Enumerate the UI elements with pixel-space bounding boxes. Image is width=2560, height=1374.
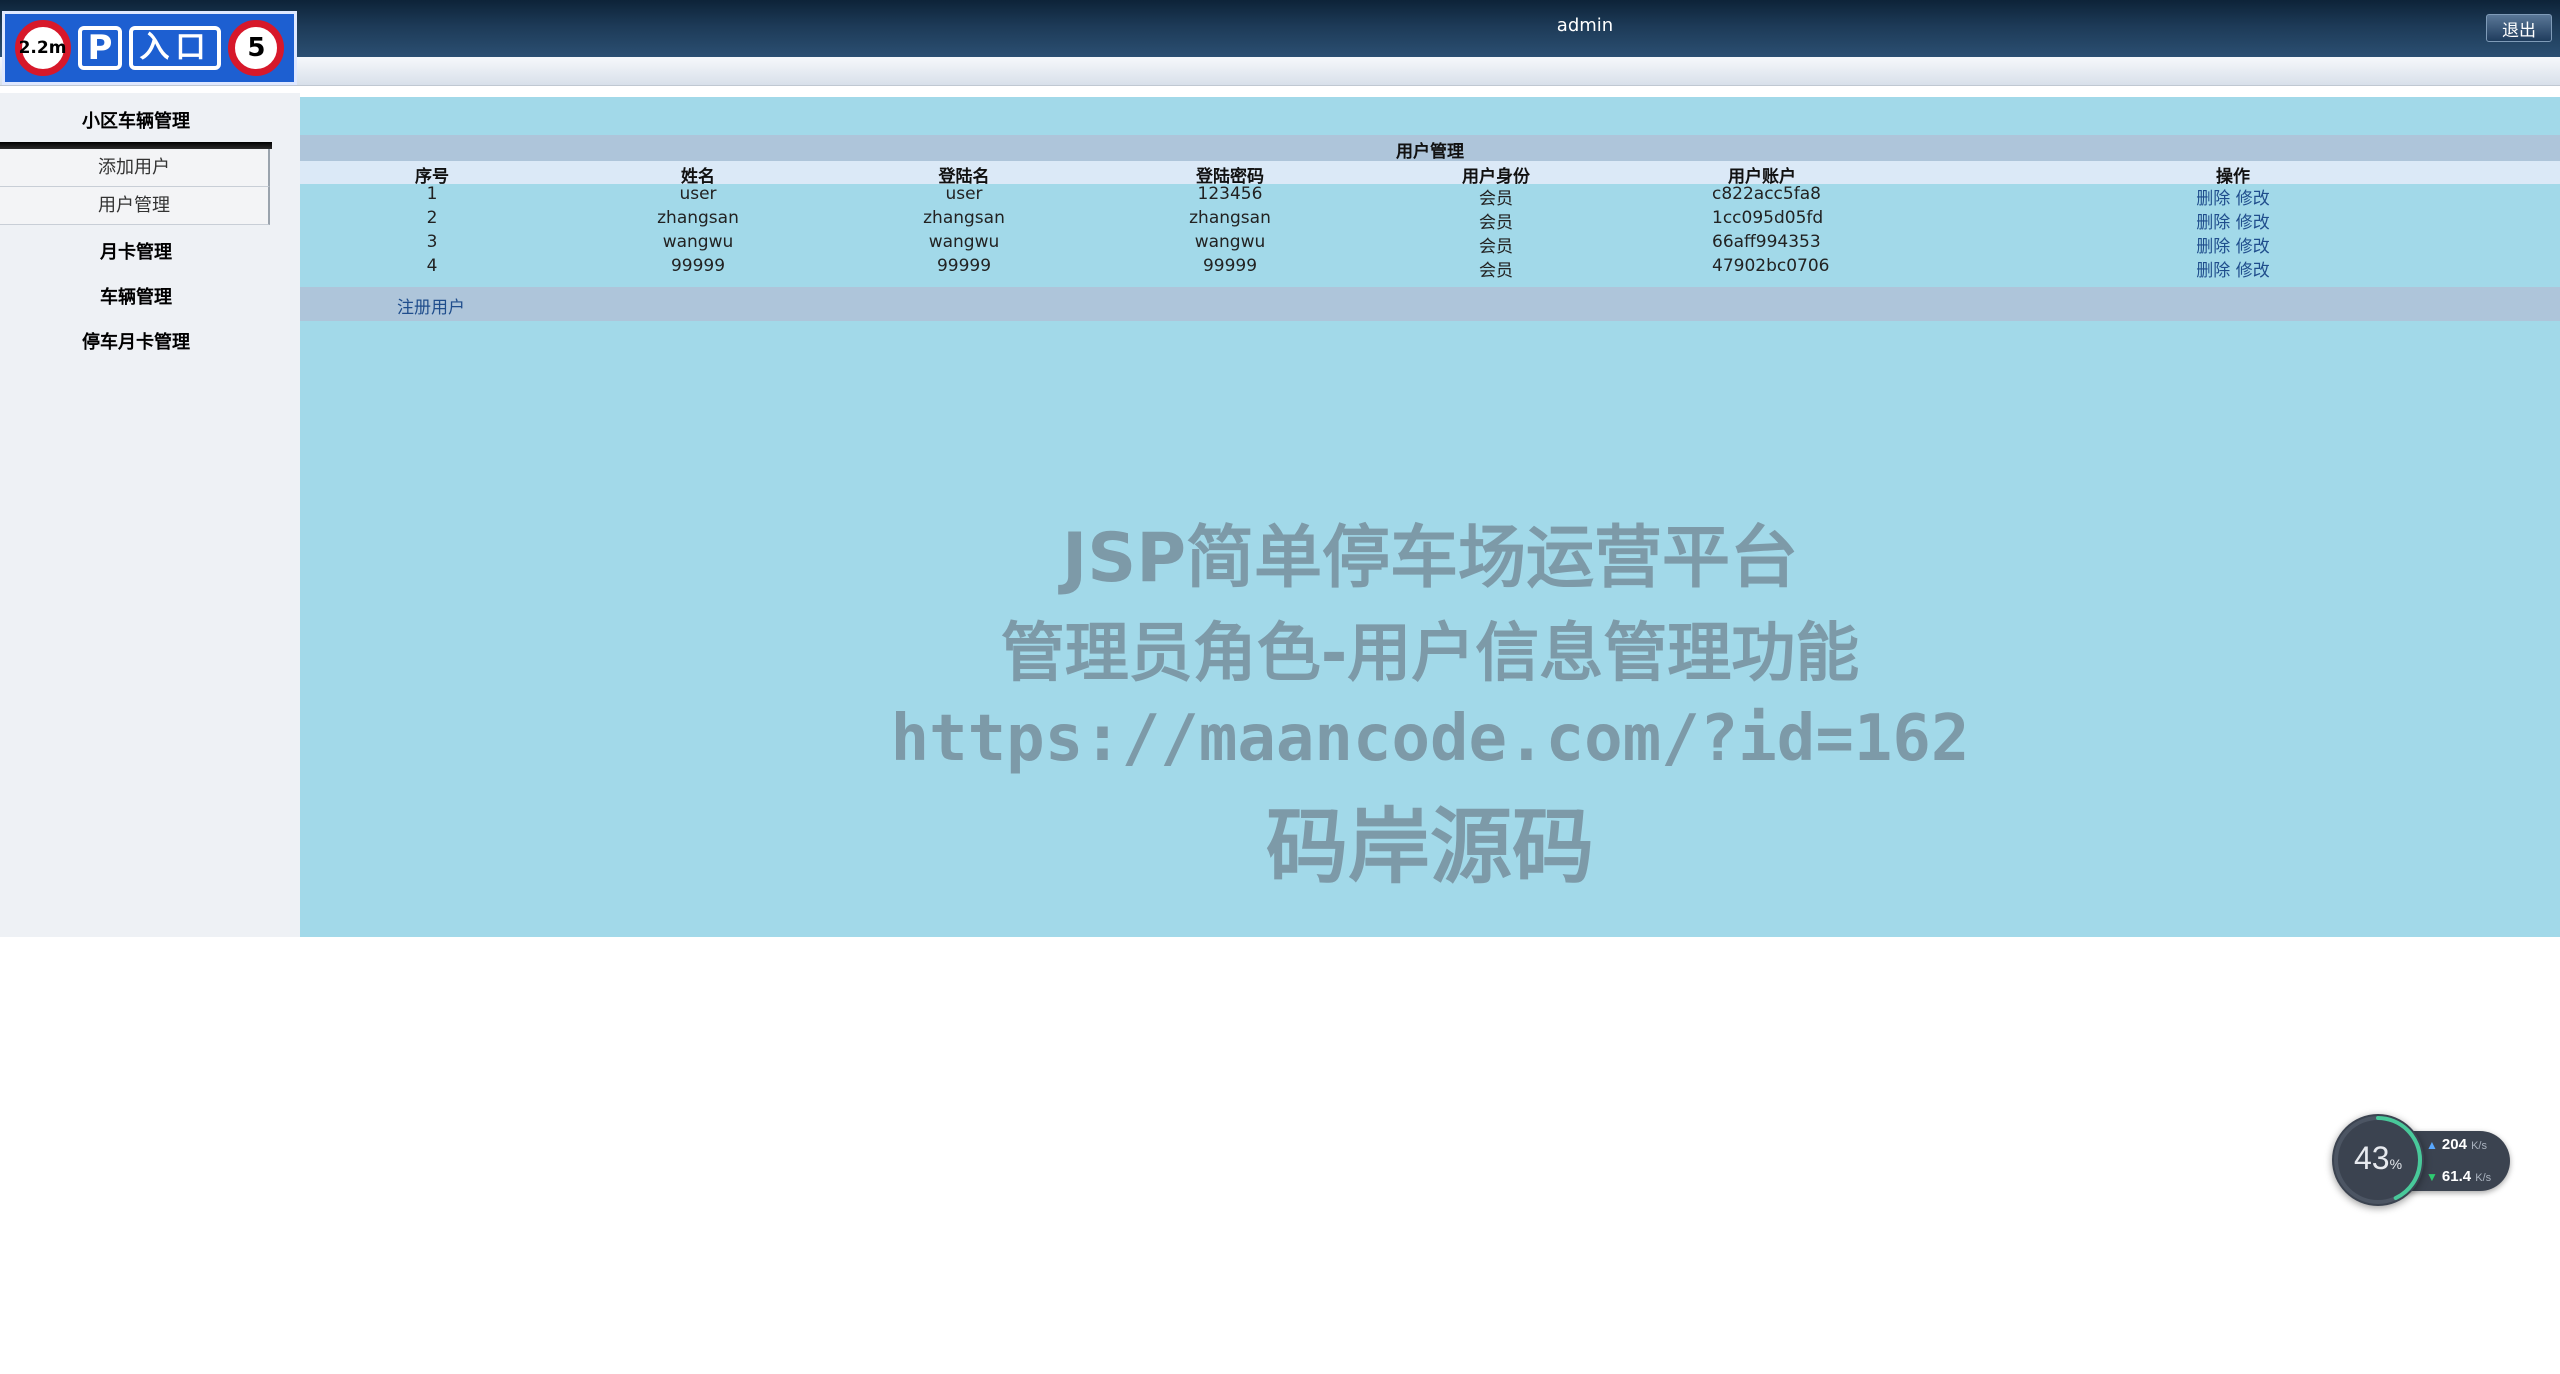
delete-user-link[interactable]: 删除 [2196,189,2230,209]
cell-account: 47902bc0706 [1712,256,1830,276]
download-speed-value: 61.4 [2441,1168,2472,1185]
memory-percent-value: 43 [2353,1140,2390,1176]
delete-user-link[interactable]: 删除 [2196,213,2230,233]
table-row: 1 user user 123456 会员 c822acc5fa8 删除 修改 [300,184,2560,209]
cell-account: 1cc095d05fd [1712,208,1824,228]
sidebar-group-community-vehicles[interactable]: 小区车辆管理 [0,107,272,133]
speed-limit-sign-icon: 5 [228,20,285,76]
logout-button[interactable]: 退出 [2486,14,2552,42]
cell-password: 123456 [1197,184,1263,204]
cell-password: wangwu [1194,232,1266,252]
upload-speed-value: 204 [2441,1136,2467,1153]
watermark-title: JSP简单停车场运营平台 [1061,519,1799,598]
cell-id: 4 [426,256,438,276]
sidebar-group-monthly-cards[interactable]: 月卡管理 [0,238,272,264]
main-content: 用户管理 序号 姓名 登陆名 登陆密码 用户身份 用户账户 操作 1 user us… [300,97,2560,937]
cell-name: zhangsan [657,208,739,228]
cell-role: 会员 [1479,213,1513,233]
cell-id: 2 [426,208,438,228]
cell-role: 会员 [1479,261,1513,281]
current-user-label: admin [1556,15,1614,36]
site-logo: 2.2m P 入口 5 [2,11,297,85]
cell-role: 会员 [1479,189,1513,209]
cell-login: wangwu [928,232,1000,252]
upload-speed: ▲ 204 K/s [2426,1136,2487,1153]
edit-user-link[interactable]: 修改 [2236,237,2270,257]
cell-actions: 删除 修改 [2183,184,2283,209]
edit-user-link[interactable]: 修改 [2236,261,2270,281]
cell-role: 会员 [1479,237,1513,257]
delete-user-link[interactable]: 删除 [2196,237,2230,257]
upload-unit: K/s [2471,1140,2487,1152]
cell-account: c822acc5fa8 [1712,184,1821,204]
table-header-row: 序号 姓名 登陆名 登陆密码 用户身份 用户账户 操作 [300,161,2560,187]
cell-name: user [679,184,717,204]
percent-unit: % [2389,1156,2403,1172]
sidebar-item-add-user[interactable]: 添加用户 [0,149,270,187]
sidebar-divider [0,142,272,149]
header-subbar [0,57,2560,86]
cell-login: zhangsan [923,208,1005,228]
cell-actions: 删除 修改 [2183,208,2283,233]
height-limit-sign-icon: 2.2m [14,20,71,76]
sidebar-group-vehicles[interactable]: 车辆管理 [0,283,272,309]
cell-actions: 删除 修改 [2183,232,2283,257]
memory-percent: 43% [2332,1140,2424,1177]
register-user-link[interactable]: 注册用户 [397,293,465,318]
delete-user-link[interactable]: 删除 [2196,261,2230,281]
cell-id: 1 [426,184,438,204]
cell-actions: 删除 修改 [2183,256,2283,281]
download-unit: K/s [2475,1172,2492,1184]
sidebar-item-user-management[interactable]: 用户管理 [0,187,270,225]
cell-id: 3 [426,232,438,252]
sidebar: 小区车辆管理 添加用户 用户管理 月卡管理 车辆管理 停车月卡管理 [0,93,300,937]
cell-password: 99999 [1202,256,1258,276]
panel-title-bar: 用户管理 [300,135,2560,162]
upload-arrow-icon: ▲ [2426,1138,2438,1152]
table-row: 2 zhangsan zhangsan zhangsan 会员 1cc095d05fd 删除… [300,208,2560,233]
cell-name: 99999 [670,256,726,276]
download-arrow-icon: ▼ [2426,1170,2438,1184]
table-row: 3 wangwu wangwu wangwu 会员 66aff994353 删除 修改 [300,232,2560,257]
cell-login: user [945,184,983,204]
table-footer-bar: 注册用户 [300,287,2560,321]
download-speed: ▼ 61.4 K/s [2426,1168,2491,1185]
memory-usage-gauge: 43% [2332,1114,2424,1206]
watermark-brand: 码岸源码 [1265,800,1594,895]
network-speed-widget[interactable]: 43% ▲ 204 K/s ▼ 61.4 K/s [2332,1114,2514,1208]
parking-sign-icon: P [77,26,123,70]
cell-name: wangwu [662,232,734,252]
page-title: 用户管理 [1396,142,1464,162]
top-header: admin 退出 [0,0,2560,57]
sidebar-group-parking-monthly-cards[interactable]: 停车月卡管理 [0,328,272,354]
cell-account: 66aff994353 [1712,232,1821,252]
edit-user-link[interactable]: 修改 [2236,189,2270,209]
entrance-sign-icon: 入口 [129,26,222,70]
edit-user-link[interactable]: 修改 [2236,213,2270,233]
watermark-url: https://maancode.com/?id=162 [890,702,1970,776]
cell-password: zhangsan [1189,208,1271,228]
table-row: 4 99999 99999 99999 会员 47902bc0706 删除 修改 [300,256,2560,281]
cell-login: 99999 [936,256,992,276]
watermark-subtitle: 管理员角色-用户信息管理功能 [1000,617,1860,691]
